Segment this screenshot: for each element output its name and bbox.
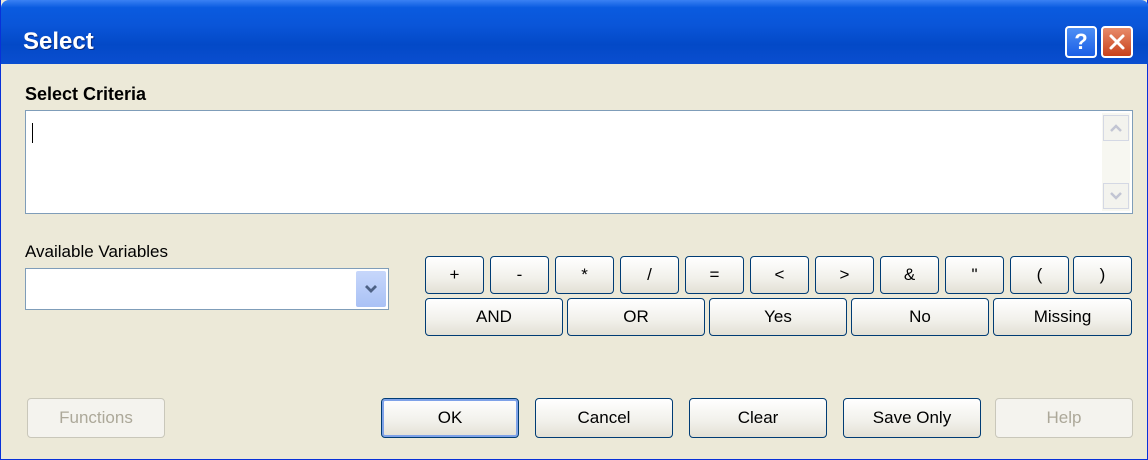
- chevron-down-icon: [365, 285, 377, 293]
- operator-no-button[interactable]: No: [851, 298, 989, 336]
- operator-multiply-button[interactable]: *: [555, 256, 614, 294]
- operator-open-paren-button[interactable]: (: [1010, 256, 1069, 294]
- operator-minus-button[interactable]: -: [490, 256, 549, 294]
- operator-close-paren-button[interactable]: ): [1073, 256, 1132, 294]
- window-title: Select: [23, 28, 94, 55]
- select-criteria-label: Select Criteria: [25, 84, 147, 104]
- vertical-scrollbar[interactable]: [1102, 113, 1130, 211]
- close-button[interactable]: [1101, 26, 1133, 58]
- select-criteria-textarea[interactable]: [25, 110, 1133, 214]
- ok-button[interactable]: OK: [381, 398, 519, 438]
- available-variables-label: Available Variables: [25, 242, 169, 261]
- operator-and-button[interactable]: AND: [425, 298, 563, 336]
- operator-quote-button[interactable]: ": [945, 256, 1004, 294]
- help-button[interactable]: Help: [995, 398, 1133, 438]
- operator-equals-button[interactable]: =: [685, 256, 744, 294]
- cancel-button[interactable]: Cancel: [535, 398, 673, 438]
- operator-greater-than-button[interactable]: >: [815, 256, 874, 294]
- help-title-button[interactable]: ?: [1065, 26, 1097, 58]
- operator-less-than-button[interactable]: <: [750, 256, 809, 294]
- chevron-up-icon: [1110, 124, 1122, 132]
- text-caret: [32, 123, 33, 143]
- save-only-button[interactable]: Save Only: [843, 398, 981, 438]
- close-x-icon: [1109, 34, 1125, 50]
- operator-missing-button[interactable]: Missing: [993, 298, 1132, 336]
- operator-or-button[interactable]: OR: [567, 298, 705, 336]
- scroll-up-button[interactable]: [1103, 115, 1129, 141]
- clear-button[interactable]: Clear: [689, 398, 827, 438]
- operator-yes-button[interactable]: Yes: [709, 298, 847, 336]
- scroll-down-button[interactable]: [1103, 183, 1129, 209]
- chevron-down-icon: [1110, 192, 1122, 200]
- functions-button[interactable]: Functions: [27, 398, 165, 438]
- available-variables-dropdown[interactable]: [25, 268, 389, 310]
- title-bar[interactable]: Select ?: [1, 0, 1148, 64]
- operator-ampersand-button[interactable]: &: [880, 256, 939, 294]
- select-dialog: Select ? Select Criteria Available Varia…: [0, 0, 1148, 460]
- operator-divide-button[interactable]: /: [620, 256, 679, 294]
- operator-plus-button[interactable]: +: [425, 256, 484, 294]
- dropdown-button[interactable]: [356, 271, 386, 307]
